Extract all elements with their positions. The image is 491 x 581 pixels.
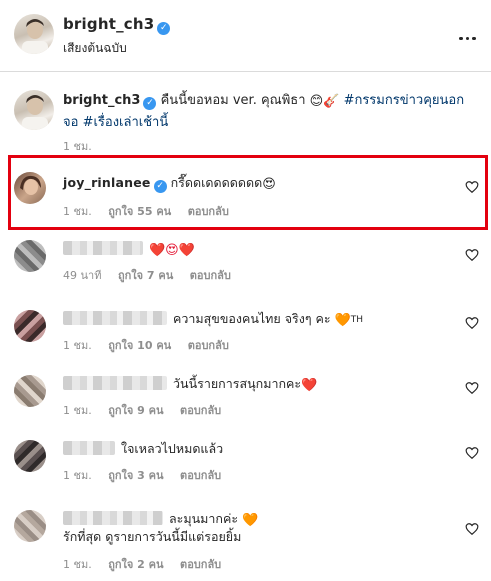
commenter-avatar-pixelated[interactable] — [14, 240, 46, 272]
reply-button[interactable]: ตอบกลับ — [180, 404, 221, 417]
comment-likes[interactable]: ถูกใจ 2 คน — [108, 558, 163, 571]
comment-emoji: 🧡 — [334, 313, 351, 328]
comment-item: ❤️😍❤️ 49 นาที ถูกใจ 7 คน ตอบกลับ — [0, 238, 491, 288]
heart-outline-icon[interactable] — [465, 316, 479, 330]
header-username-row[interactable]: bright_ch3 ✓ — [63, 15, 171, 35]
comment-text-row: ความสุขของคนไทย จริงๆ คะ 🧡TH — [63, 310, 463, 329]
comment-meta: 1 ชม. ถูกใจ 2 คน ตอบกลับ — [63, 555, 234, 573]
heart-outline-icon[interactable] — [465, 381, 479, 395]
caption-time: 1 ชม. — [63, 140, 92, 153]
reply-button[interactable]: ตอบกลับ — [190, 269, 231, 282]
comment-text: วันนี้รายการสนุกมากคะ — [173, 376, 302, 391]
comment-likes[interactable]: ถูกใจ 9 คน — [108, 404, 163, 417]
censored-username — [63, 511, 163, 525]
comment-time: 1 ชม. — [63, 404, 92, 417]
comment-item: joy_rinlanee ✓ กรี๊ดดเดดดดดดด😍 1 ชม. ถูกใ… — [0, 168, 491, 228]
comment-likes[interactable]: ถูกใจ 3 คน — [108, 469, 163, 482]
comment-emoji: 😍 — [262, 177, 276, 192]
post-header: bright_ch3 ✓ เสียงต้นฉบับ — [0, 0, 491, 72]
comment-time: 1 ชม. — [63, 558, 92, 571]
comment-item: วันนี้รายการสนุกมากคะ❤️ 1 ชม. ถูกใจ 9 คน… — [0, 373, 491, 423]
comment-time: 1 ชม. — [63, 469, 92, 482]
comment-meta: 1 ชม. ถูกใจ 10 คน ตอบกลับ — [63, 336, 242, 354]
comment-meta: 1 ชม. ถูกใจ 55 คน ตอบกลับ — [63, 202, 242, 220]
post-caption: bright_ch3 ✓ คืนนี้ขอหอม ver. คุณพิธา 😊🎸 … — [0, 82, 491, 162]
comment-text-line2: รักที่สุด ดูรายการวันนี้มีแต่รอยยิ้ม — [63, 529, 242, 544]
commenter-avatar-pixelated[interactable] — [14, 310, 46, 342]
censored-username — [63, 311, 167, 325]
comment-time: 1 ชม. — [63, 339, 92, 352]
commenter-avatar-pixelated[interactable] — [14, 440, 46, 472]
hashtag-link-cont[interactable]: จอ — [63, 115, 78, 130]
comment-meta: 1 ชม. ถูกใจ 3 คน ตอบกลับ — [63, 466, 234, 484]
comment-text: ความสุขของคนไทย จริงๆ คะ — [173, 311, 331, 326]
caption-body: คืนนี้ขอหอม ver. คุณพิธา — [160, 93, 306, 108]
verified-badge-icon: ✓ — [143, 97, 157, 110]
censored-username — [63, 241, 143, 255]
profile-photo-icon — [22, 95, 48, 130]
reply-button[interactable]: ตอบกลับ — [180, 558, 221, 571]
comment-likes[interactable]: ถูกใจ 55 คน — [108, 205, 171, 218]
comment-text-row: ละมุนมากค่ะ 🧡 รักที่สุด ดูรายการวันนี้มี… — [63, 510, 463, 546]
comment-text-row: joy_rinlanee ✓ กรี๊ดดเดดดดดดด😍 — [63, 174, 463, 193]
profile-photo-icon — [20, 175, 41, 195]
comment-text: ละมุนมากค่ะ — [169, 511, 239, 526]
censored-username — [63, 441, 115, 455]
censored-username — [63, 376, 167, 390]
reply-button[interactable]: ตอบกลับ — [188, 339, 229, 352]
caption-username[interactable]: bright_ch3 — [63, 93, 140, 108]
comment-time: 49 นาที — [63, 269, 102, 282]
reply-button[interactable]: ตอบกลับ — [188, 205, 229, 218]
heart-outline-icon[interactable] — [465, 248, 479, 262]
comment-meta: 1 ชม. ถูกใจ 9 คน ตอบกลับ — [63, 401, 234, 419]
comment-emoji: ❤️ — [301, 378, 318, 393]
comment-item: ละมุนมากค่ะ 🧡 รักที่สุด ดูรายการวันนี้มี… — [0, 508, 491, 578]
commenter-avatar[interactable] — [14, 172, 46, 204]
commenter-avatar-pixelated[interactable] — [14, 375, 46, 407]
comment-text-row: ❤️😍❤️ — [63, 240, 463, 258]
heart-outline-icon[interactable] — [465, 180, 479, 194]
comment-time: 1 ชม. — [63, 205, 92, 218]
commenter-avatar-pixelated[interactable] — [14, 510, 46, 542]
heart-outline-icon[interactable] — [465, 522, 479, 536]
more-options-icon[interactable] — [459, 25, 479, 40]
comment-text-row: วันนี้รายการสนุกมากคะ❤️ — [63, 375, 463, 393]
comment-username[interactable]: joy_rinlanee — [63, 175, 151, 190]
comment-text-row: ใจเหลวไปหมดแล้ว — [63, 440, 463, 458]
reply-button[interactable]: ตอบกลับ — [180, 469, 221, 482]
comment-item: ใจเหลวไปหมดแล้ว 1 ชม. ถูกใจ 3 คน ตอบกลับ — [0, 438, 491, 488]
comment-text: ใจเหลวไปหมดแล้ว — [121, 441, 224, 456]
caption-avatar[interactable] — [14, 90, 54, 130]
header-avatar[interactable] — [14, 14, 54, 54]
comment-item: ความสุขของคนไทย จริงๆ คะ 🧡TH 1 ชม. ถูกใจ… — [0, 308, 491, 358]
profile-photo-icon — [22, 19, 48, 54]
heart-outline-icon[interactable] — [465, 446, 479, 460]
comment-emoji: 🧡 — [242, 513, 259, 528]
header-username[interactable]: bright_ch3 — [63, 15, 154, 33]
verified-badge-icon: ✓ — [153, 180, 167, 193]
comment-likes[interactable]: ถูกใจ 10 คน — [108, 339, 171, 352]
hashtag-link[interactable]: #เรื่องเล่าเช้านี้ — [83, 115, 169, 130]
comment-suffix: TH — [350, 315, 364, 325]
comment-meta: 49 นาที ถูกใจ 7 คน ตอบกลับ — [63, 266, 244, 284]
hashtag-link[interactable]: #กรรมกรข่าวคุยนอก — [344, 93, 465, 108]
comment-text: กรี๊ดดเดดดดดดด — [170, 175, 263, 190]
comment-likes[interactable]: ถูกใจ 7 คน — [118, 269, 173, 282]
caption-text: bright_ch3 ✓ คืนนี้ขอหอม ver. คุณพิธา 😊🎸 … — [63, 90, 481, 134]
comment-emoji: ❤️😍❤️ — [149, 243, 195, 258]
verified-badge-icon: ✓ — [157, 22, 171, 35]
caption-emojis: 😊🎸 — [309, 94, 340, 109]
audio-subtitle[interactable]: เสียงต้นฉบับ — [63, 39, 127, 58]
